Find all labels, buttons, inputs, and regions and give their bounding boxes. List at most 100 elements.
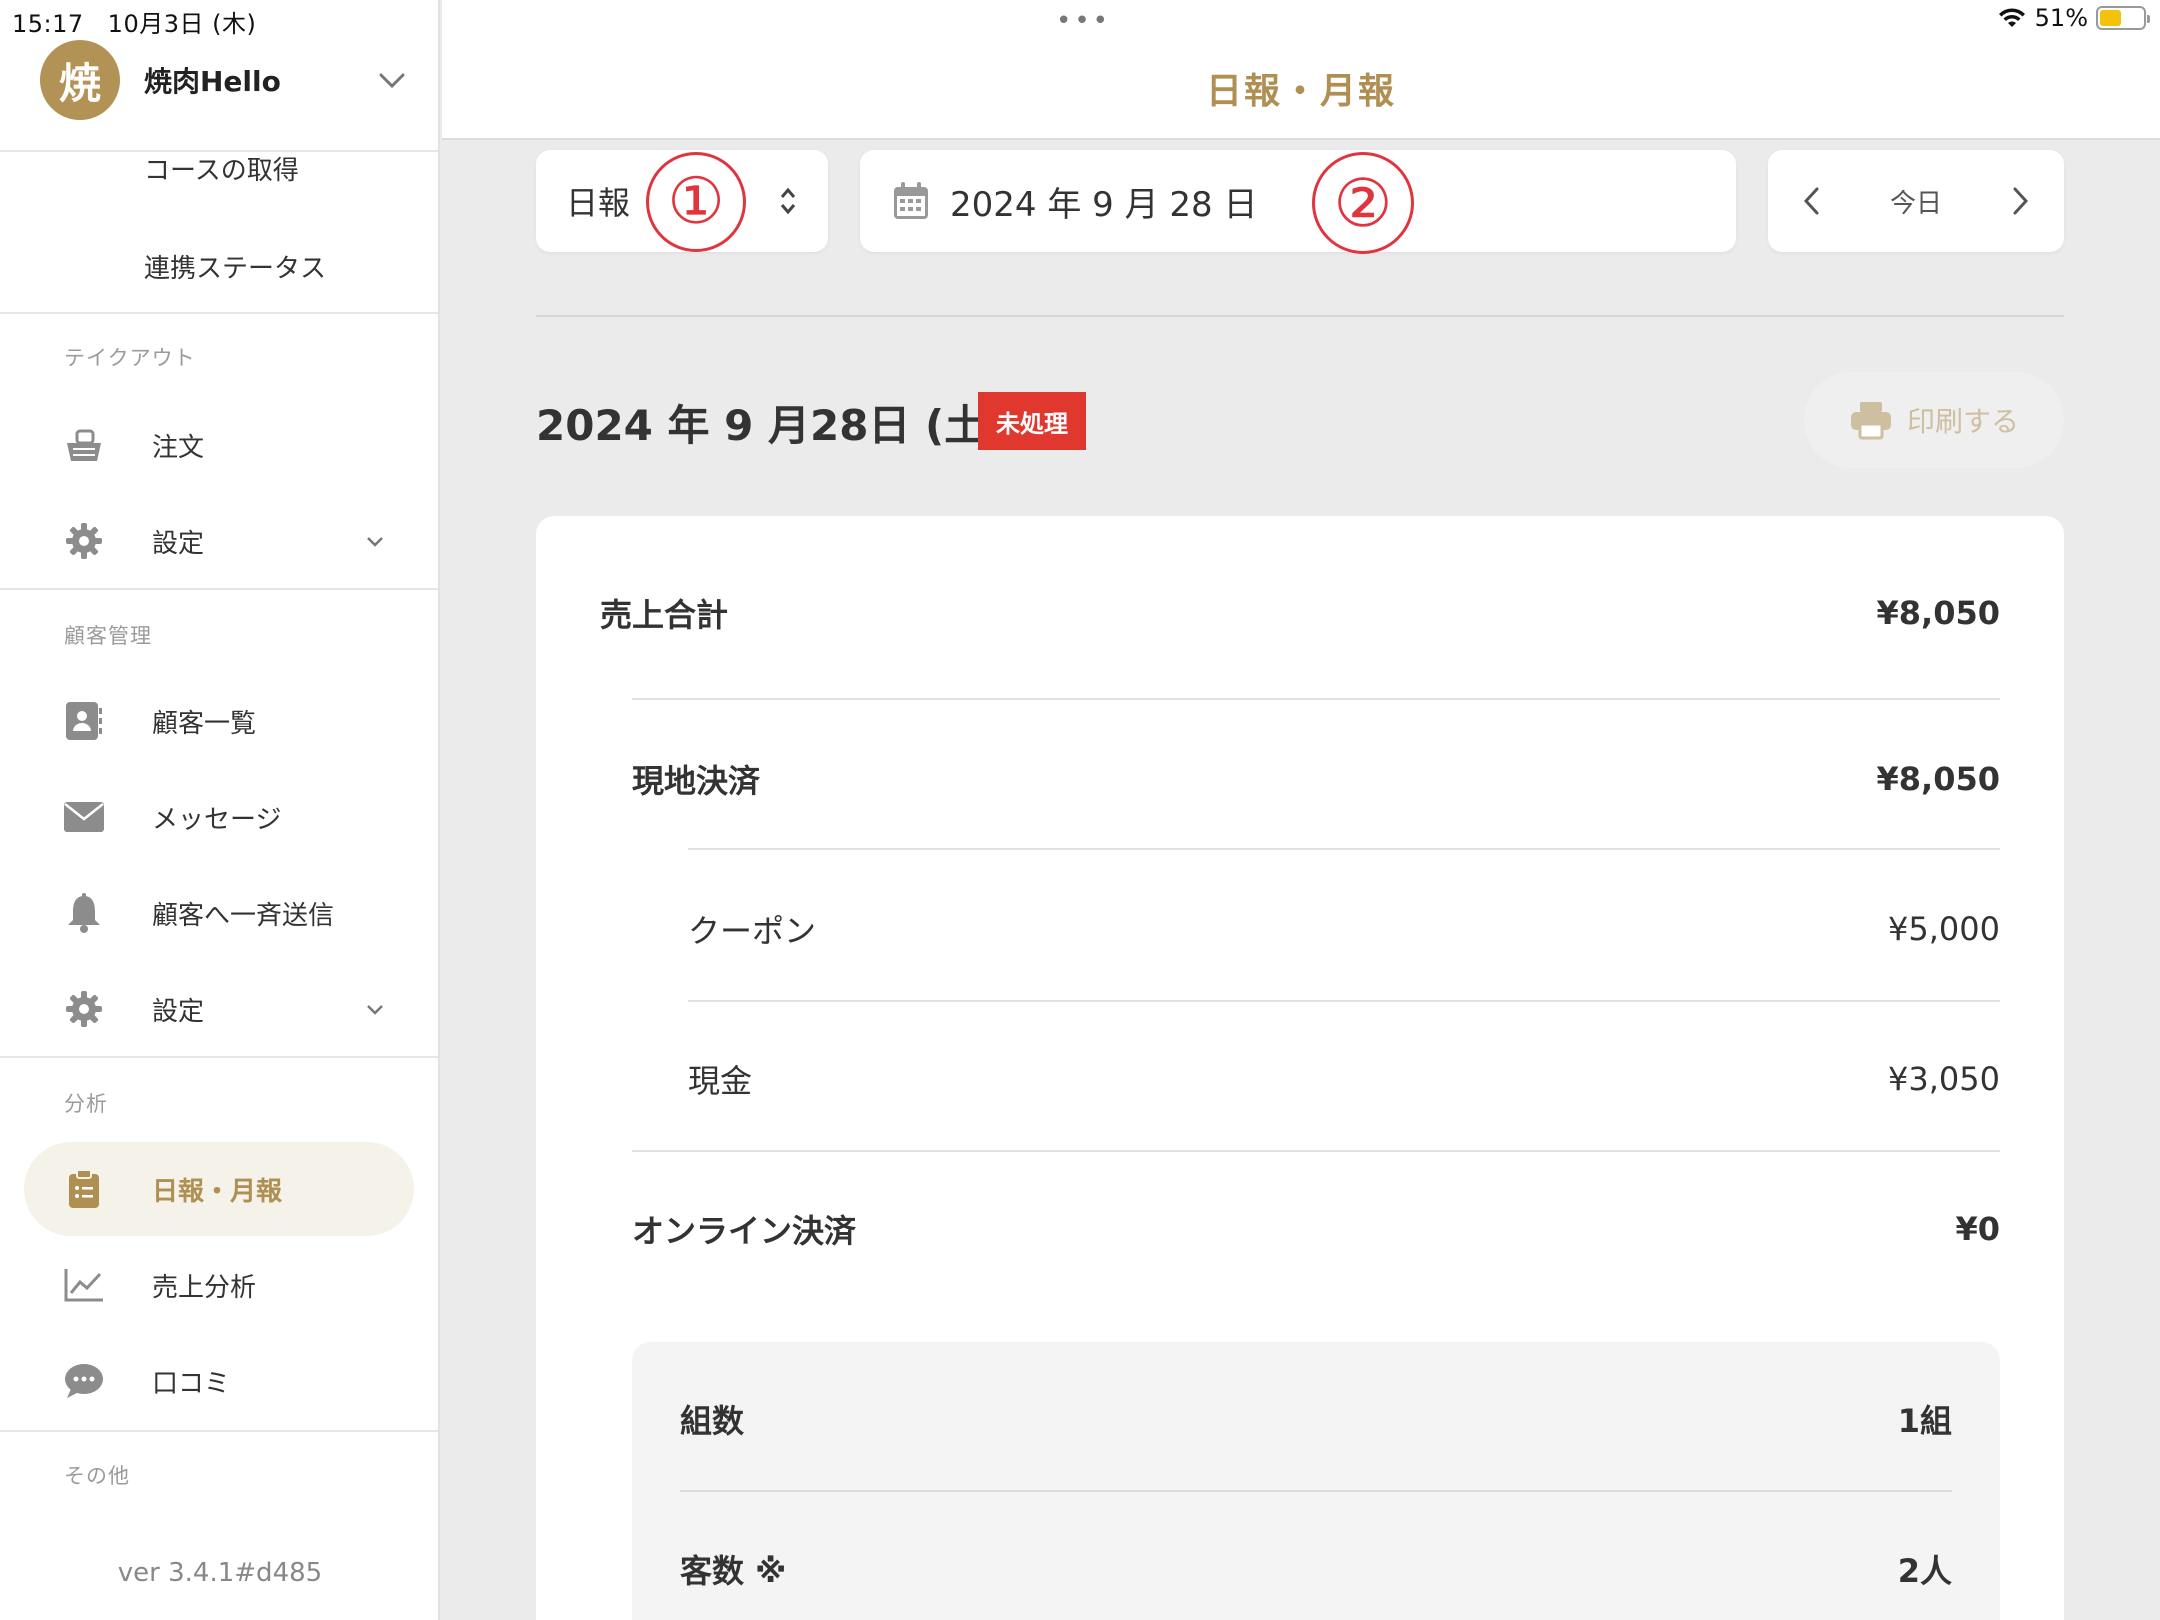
row-divider <box>688 1000 2000 1002</box>
row-online-payment: オンライン決済 ¥0 <box>632 1206 2000 1252</box>
sidebar-divider <box>0 312 438 314</box>
sidebar: 焼 焼肉Hello コースの取得 連携ステータス テイクアウト 注文 設定 顧客… <box>0 0 440 1620</box>
row-value: 1組 <box>1897 1402 1952 1440</box>
row-divider <box>688 848 2000 850</box>
section-analytics: 分析 <box>64 1092 108 1116</box>
sidebar-item-customer-list[interactable]: 顧客一覧 <box>24 674 414 768</box>
top-bar: 日報・月報 <box>442 0 2160 140</box>
multitask-dots-icon[interactable]: ••• <box>1056 6 1111 36</box>
sidebar-item-label: 日報・月報 <box>152 1176 283 1207</box>
report-card: 売上合計 ¥8,050 現地決済 ¥8,050 クーポン ¥5,000 現金 ¥… <box>536 516 2064 1620</box>
basket-icon <box>62 423 106 467</box>
page-title: 日報・月報 <box>1205 71 1396 112</box>
store-name: 焼肉Hello <box>144 65 281 98</box>
row-groups: 組数 1組 <box>680 1396 1952 1442</box>
row-value: ¥5,000 <box>1888 910 2000 948</box>
bell-icon <box>62 891 106 935</box>
sidebar-item-label: 顧客一覧 <box>152 708 257 739</box>
today-button[interactable]: 今日 <box>1890 183 1942 220</box>
gear-icon <box>62 987 106 1031</box>
sidebar-item-label: メッセージ <box>152 804 282 835</box>
row-label: 売上合計 <box>600 596 729 634</box>
sidebar-item-broadcast[interactable]: 顧客へ一斉送信 <box>24 866 414 960</box>
store-switcher[interactable]: 焼 焼肉Hello <box>40 40 410 120</box>
chevron-right-icon <box>2013 187 2029 215</box>
sidebar-item-customer-settings[interactable]: 設定 <box>24 962 414 1056</box>
row-value: ¥8,050 <box>1876 760 2000 798</box>
row-value: ¥8,050 <box>1876 594 2000 632</box>
sort-arrows-icon <box>780 187 796 215</box>
status-badge: 未処理 <box>978 392 1086 450</box>
sidebar-item-messages[interactable]: メッセージ <box>24 770 414 864</box>
date-value: 2024 年 9 月 28 日 <box>950 184 1258 225</box>
sidebar-item-daily-monthly[interactable]: 日報・月報 <box>24 1142 414 1236</box>
row-label: 現地決済 <box>632 762 761 800</box>
row-label: 組数 <box>680 1402 745 1440</box>
sidebar-item-label: 注文 <box>152 432 205 463</box>
status-bar-left: 15:17 10月3日 (木) <box>12 4 256 39</box>
printer-icon <box>1850 402 1891 440</box>
app-version: ver 3.4.1#d485 <box>117 1558 323 1588</box>
day-navigator: 今日 <box>1768 150 2064 252</box>
visitor-stats-panel: 組数 1組 客数 ※ 2人 <box>632 1342 2000 1620</box>
sidebar-item-label: 売上分析 <box>152 1272 257 1303</box>
envelope-icon <box>62 795 106 839</box>
sidebar-item-course[interactable]: コースの取得 <box>144 150 299 187</box>
sidebar-item-label: 顧客へ一斉送信 <box>152 900 335 931</box>
period-select-value: 日報 <box>566 184 631 222</box>
sidebar-item-link-status[interactable]: 連携ステータス <box>144 248 326 285</box>
date-picker-field[interactable]: 2024 年 9 月 28 日 <box>860 150 1736 252</box>
row-value: ¥0 <box>1955 1210 2000 1248</box>
sidebar-item-label: 口コミ <box>152 1368 231 1399</box>
store-avatar: 焼 <box>40 40 120 120</box>
row-label: 現金 <box>688 1062 753 1100</box>
clipboard-icon <box>62 1167 106 1211</box>
gear-icon <box>62 519 106 563</box>
divider <box>536 315 2064 317</box>
sidebar-divider <box>0 588 438 590</box>
section-customers: 顧客管理 <box>64 624 152 648</box>
section-other: その他 <box>64 1464 130 1488</box>
row-divider <box>632 698 2000 700</box>
sidebar-divider <box>0 1430 438 1432</box>
status-bar-right: 51% <box>1997 4 2150 32</box>
print-button[interactable]: 印刷する <box>1804 372 2064 468</box>
row-sales-total: 売上合計 ¥8,050 <box>600 590 2000 636</box>
battery-percent: 51% <box>2034 4 2088 32</box>
row-value: ¥3,050 <box>1888 1060 2000 1098</box>
chevron-down-icon <box>379 73 405 89</box>
sidebar-item-sales-analysis[interactable]: 売上分析 <box>24 1238 414 1332</box>
sidebar-item-takeout-settings[interactable]: 設定 <box>24 494 414 588</box>
row-divider <box>632 1150 2000 1152</box>
row-value: 2人 <box>1897 1552 1952 1590</box>
section-takeout: テイクアウト <box>64 346 196 370</box>
print-button-label: 印刷する <box>1906 405 2019 438</box>
wifi-icon <box>1998 8 2025 27</box>
next-day-button[interactable] <box>1998 179 2042 223</box>
period-select[interactable]: 日報 <box>536 150 828 252</box>
row-cash: 現金 ¥3,050 <box>688 1056 2000 1102</box>
chevron-down-icon <box>367 537 383 547</box>
battery-icon <box>2096 6 2150 30</box>
sidebar-divider <box>0 1056 438 1058</box>
chat-bubble-icon <box>62 1359 106 1403</box>
row-divider <box>680 1490 1952 1492</box>
status-time: 15:17 <box>12 10 84 38</box>
sidebar-item-reviews[interactable]: 口コミ <box>24 1334 414 1428</box>
sidebar-item-label: 設定 <box>152 996 205 1027</box>
contacts-icon <box>62 699 106 743</box>
row-onsite-payment: 現地決済 ¥8,050 <box>632 756 2000 802</box>
row-label: オンライン決済 <box>632 1212 857 1250</box>
row-label: 客数 ※ <box>680 1552 787 1590</box>
status-date: 10月3日 (木) <box>107 10 257 38</box>
chevron-left-icon <box>1803 187 1819 215</box>
chevron-down-icon <box>367 1005 383 1015</box>
row-guests: 客数 ※ 2人 <box>680 1546 1952 1592</box>
sidebar-item-orders[interactable]: 注文 <box>24 398 414 492</box>
sidebar-item-label: 設定 <box>152 528 205 559</box>
row-coupon: クーポン ¥5,000 <box>688 906 2000 952</box>
calendar-icon <box>894 182 928 219</box>
line-chart-icon <box>62 1263 106 1307</box>
previous-day-button[interactable] <box>1790 179 1834 223</box>
report-date-heading: 2024 年 9 月28日 (土) <box>536 401 1006 450</box>
